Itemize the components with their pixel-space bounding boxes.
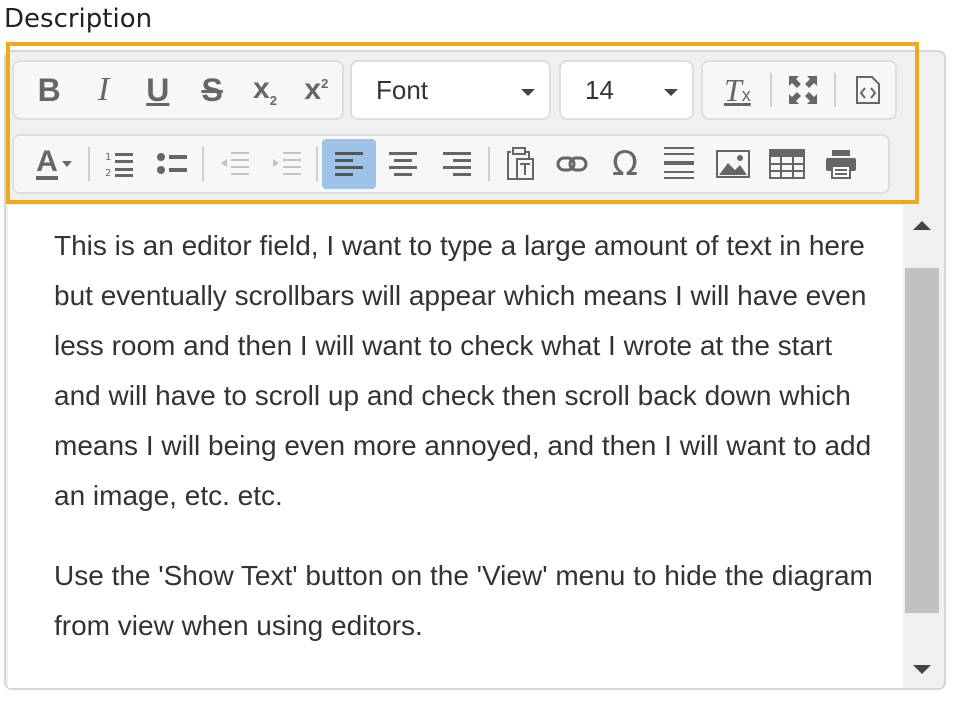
chevron-down-icon xyxy=(664,89,678,96)
tools-group: Tx xyxy=(701,60,897,120)
omega-icon: Ω xyxy=(612,144,638,184)
print-icon xyxy=(826,150,856,179)
toolbar-separator xyxy=(316,147,318,181)
subscript-icon: x2 xyxy=(253,72,277,108)
insert-table-button[interactable] xyxy=(760,139,814,189)
subscript-button[interactable]: x2 xyxy=(239,65,290,115)
indent-button[interactable] xyxy=(260,139,312,189)
chevron-down-icon xyxy=(61,161,72,167)
paste-text-icon xyxy=(507,147,534,180)
font-dropdown[interactable]: Font xyxy=(350,60,551,120)
font-size-value: 14 xyxy=(585,74,614,105)
ordered-list-button[interactable]: 1 2 xyxy=(94,139,146,189)
strikethrough-icon: S xyxy=(201,71,223,108)
fullscreen-button[interactable] xyxy=(776,65,831,115)
strikethrough-button[interactable]: S xyxy=(185,65,239,115)
subscript-mark: 2 xyxy=(269,93,277,108)
font-color-letter: A xyxy=(36,145,58,180)
bullet-list-button[interactable] xyxy=(146,139,198,189)
outdent-button[interactable] xyxy=(208,139,260,189)
paragraph-group: A 1 2 Ω xyxy=(12,134,890,194)
image-icon xyxy=(716,150,750,178)
clear-format-icon: Tx xyxy=(724,72,751,109)
table-icon xyxy=(769,149,805,179)
align-right-icon xyxy=(443,152,471,176)
bullet-list-icon xyxy=(157,153,187,174)
scrollbar-thumb[interactable] xyxy=(905,268,939,613)
subscript-x: x xyxy=(253,72,270,105)
italic-button[interactable]: I xyxy=(76,65,130,115)
field-label: Description xyxy=(4,4,153,34)
indent-icon xyxy=(273,152,301,175)
format-group: B I U S x2 x2 xyxy=(12,60,344,120)
clear-format-t: T xyxy=(723,71,742,108)
chevron-down-icon xyxy=(521,89,535,96)
clear-format-button[interactable]: Tx xyxy=(709,65,766,115)
source-code-icon xyxy=(855,76,880,104)
font-size-dropdown[interactable]: 14 xyxy=(559,60,694,120)
align-right-button[interactable] xyxy=(430,139,484,189)
clear-format-x: x xyxy=(741,84,751,105)
scroll-down-arrow-icon[interactable] xyxy=(913,665,931,674)
bold-button[interactable]: B xyxy=(22,65,76,115)
toolbar-separator xyxy=(88,147,90,181)
editor-content[interactable]: This is an editor field, I want to type … xyxy=(8,205,903,688)
align-left-icon xyxy=(335,152,363,176)
toolbar-separator xyxy=(488,147,490,181)
svg-text:1: 1 xyxy=(105,152,111,163)
horizontal-rule-icon xyxy=(664,147,694,179)
content-paragraph: Use the 'Show Text' button on the 'View'… xyxy=(54,560,873,641)
toolbar-separator xyxy=(202,147,204,181)
content-paragraph: This is an editor field, I want to type … xyxy=(54,230,872,511)
print-button[interactable] xyxy=(814,139,868,189)
outdent-icon xyxy=(221,152,249,175)
superscript-button[interactable]: x2 xyxy=(291,65,342,115)
vertical-scrollbar[interactable] xyxy=(903,205,941,688)
paste-text-button[interactable] xyxy=(494,139,546,189)
align-center-icon xyxy=(389,152,417,176)
insert-link-button[interactable] xyxy=(546,139,598,189)
font-color-icon: A xyxy=(36,145,72,180)
toolbar-separator xyxy=(769,73,772,107)
horizontal-rule-button[interactable] xyxy=(652,139,706,189)
superscript-icon: x2 xyxy=(304,73,328,107)
insert-image-button[interactable] xyxy=(706,139,760,189)
font-dropdown-value: Font xyxy=(376,74,429,105)
svg-text:2: 2 xyxy=(105,168,111,178)
font-color-button[interactable]: A xyxy=(24,139,84,189)
special-char-button[interactable]: Ω xyxy=(598,139,652,189)
scroll-up-arrow-icon[interactable] xyxy=(913,221,931,230)
ordered-list-icon: 1 2 xyxy=(105,152,133,178)
superscript-mark: 2 xyxy=(321,76,329,91)
align-left-button[interactable] xyxy=(322,139,376,189)
italic-icon: I xyxy=(97,71,110,108)
superscript-x: x xyxy=(304,73,322,106)
fullscreen-icon xyxy=(788,76,817,104)
underline-button[interactable]: U xyxy=(131,65,185,115)
source-code-button[interactable] xyxy=(840,65,895,115)
toolbar-separator xyxy=(834,73,837,107)
link-icon xyxy=(556,156,588,172)
bold-icon: B xyxy=(37,71,61,108)
align-center-button[interactable] xyxy=(376,139,430,189)
underline-icon: U xyxy=(146,71,170,108)
